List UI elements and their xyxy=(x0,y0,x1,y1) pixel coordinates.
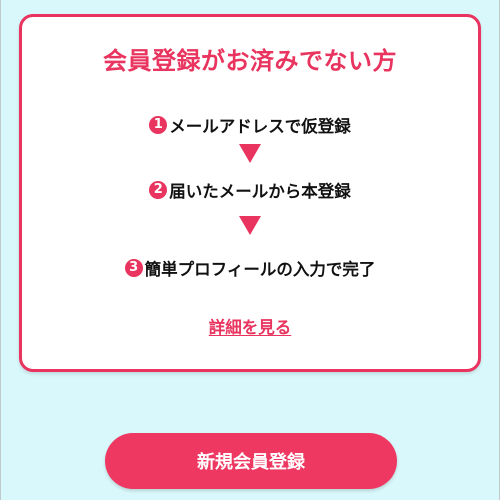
step-3: 3 簡単プロフィールの入力で完了 xyxy=(22,256,478,280)
step-text: メールアドレスで仮登録 xyxy=(169,117,351,136)
card-title: 会員登録がお済みでない方 xyxy=(103,47,397,75)
down-triangle-icon xyxy=(239,216,261,235)
step-text: 簡単プロフィールの入力で完了 xyxy=(144,260,376,279)
step-2: 2 届いたメールから本登録 xyxy=(22,178,478,202)
down-triangle-icon xyxy=(239,144,261,163)
step-number-badge: 3 xyxy=(124,259,143,277)
details-link-container: 詳細を見る xyxy=(22,314,478,338)
registration-info-card: 会員登録がお済みでない方 1 メールアドレスで仮登録 2 届いたメールから本登録… xyxy=(19,14,481,372)
step-number-badge: 2 xyxy=(149,181,168,199)
details-link[interactable]: 詳細を見る xyxy=(209,318,292,337)
new-member-signup-button[interactable]: 新規会員登録 xyxy=(105,433,397,489)
step-number-badge: 1 xyxy=(149,116,168,134)
step-text: 届いたメールから本登録 xyxy=(169,182,351,201)
step-1: 1 メールアドレスで仮登録 xyxy=(22,113,478,137)
